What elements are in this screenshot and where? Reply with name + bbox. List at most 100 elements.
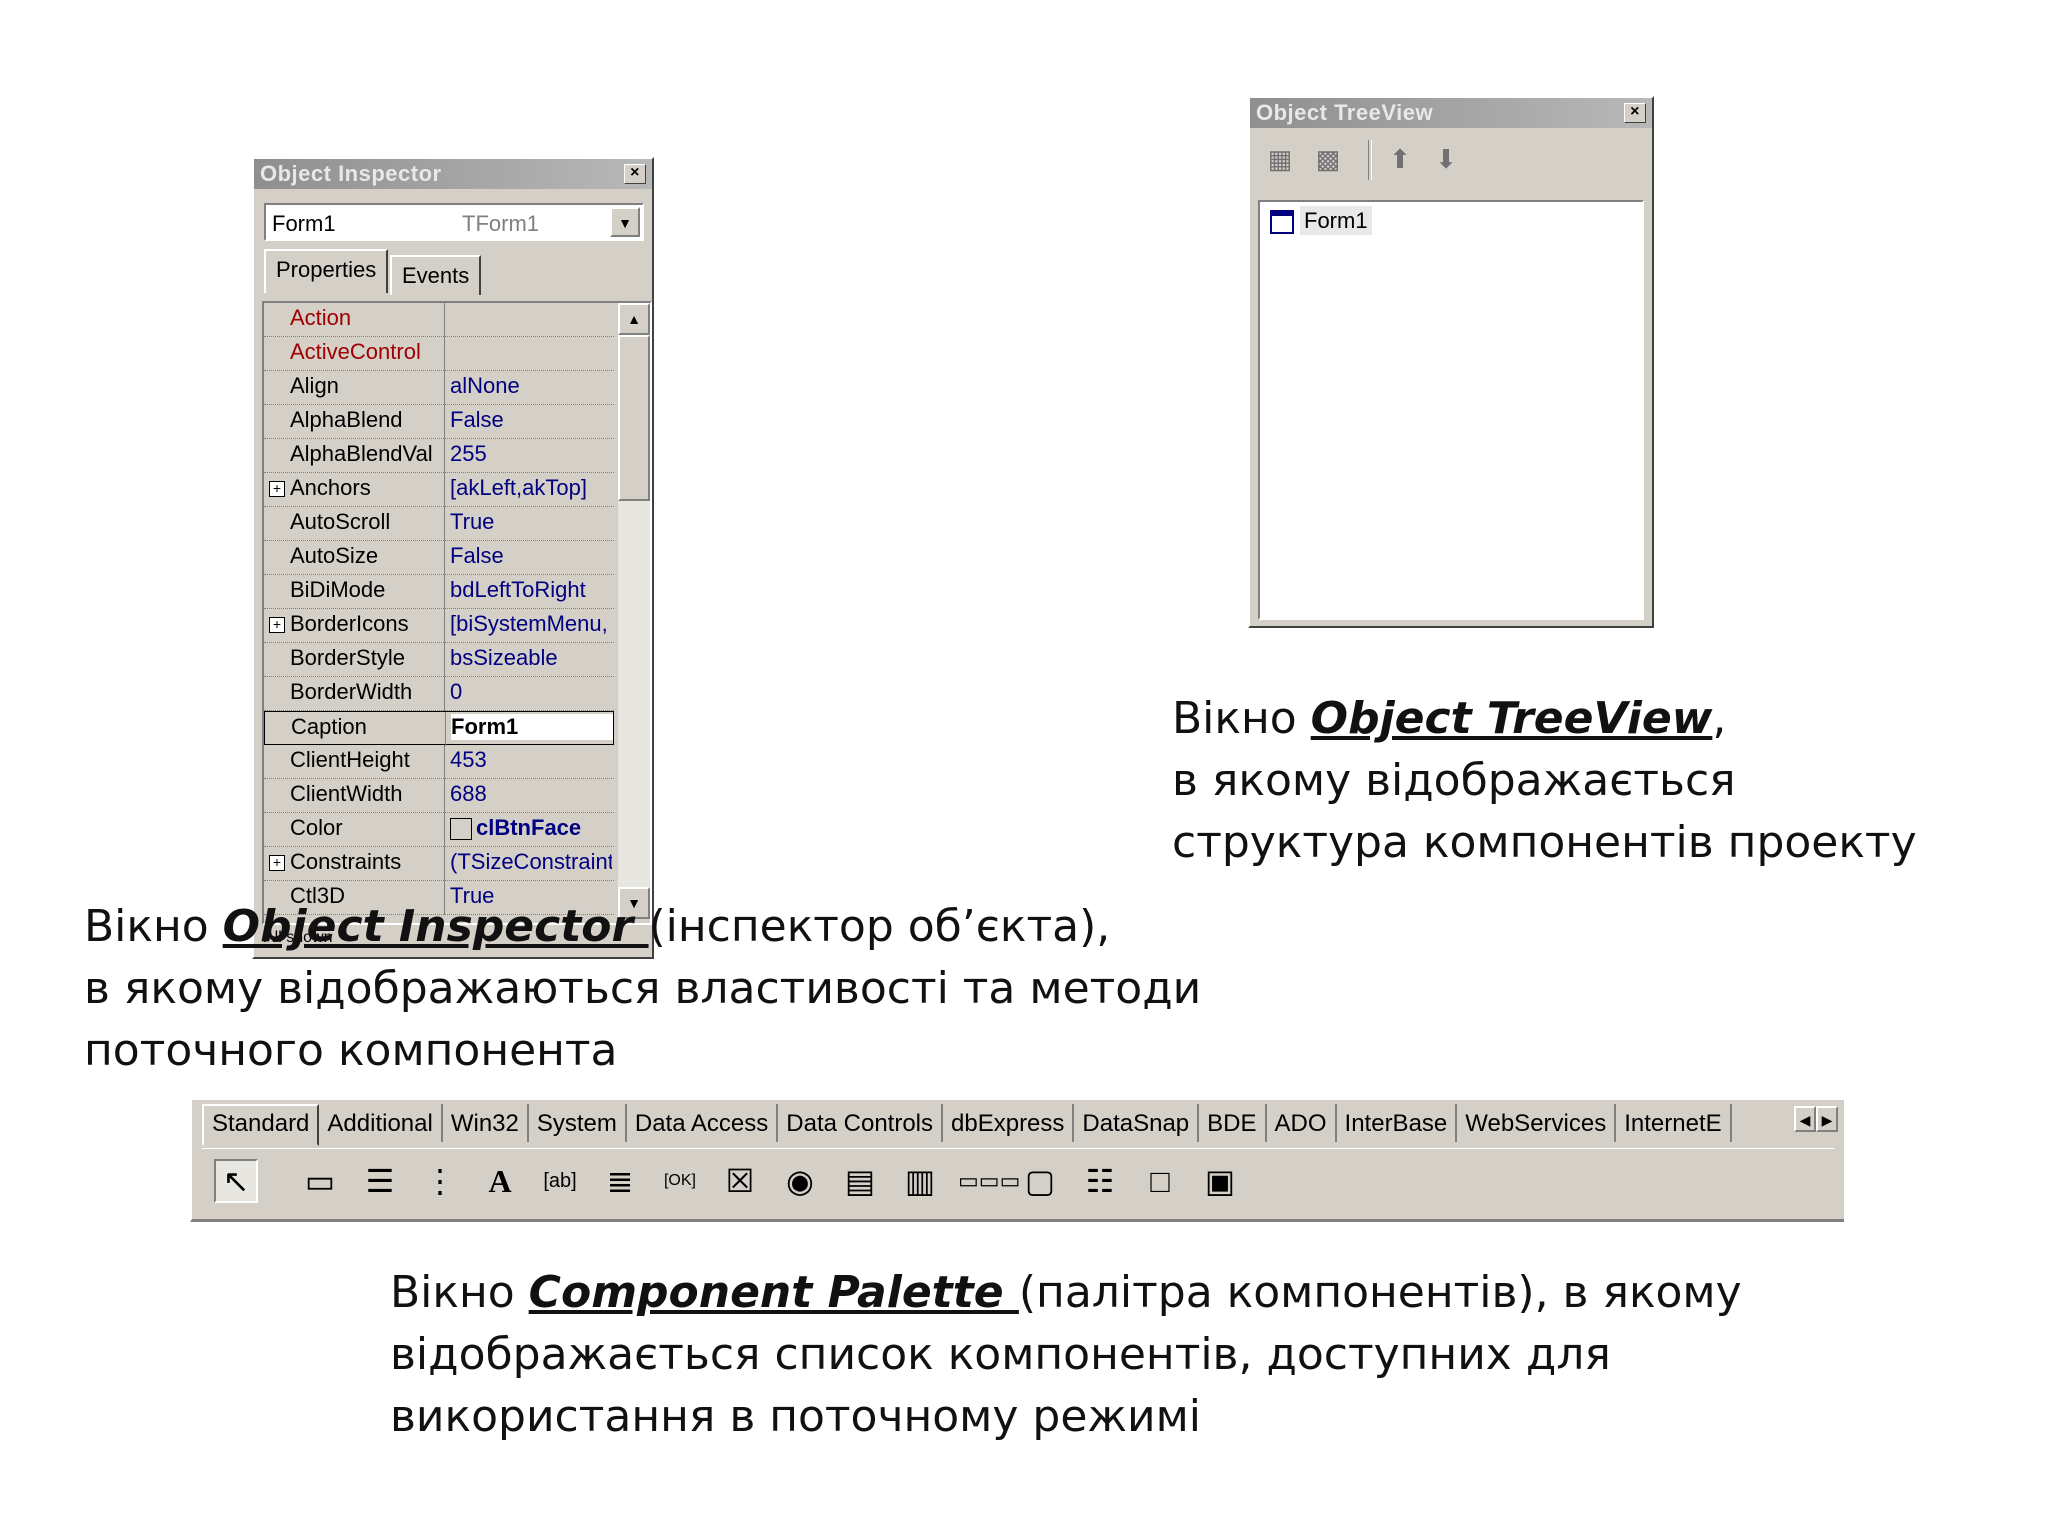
scroll-thumb[interactable] bbox=[618, 335, 650, 501]
arrow-up-icon[interactable]: ⬆ bbox=[1382, 144, 1418, 174]
listbox-icon[interactable]: ▤ bbox=[838, 1159, 882, 1203]
property-row[interactable]: Align alNone bbox=[264, 371, 614, 405]
popupmenu-icon[interactable]: ⋮ bbox=[418, 1159, 462, 1203]
property-row[interactable]: AlphaBlend False bbox=[264, 405, 614, 439]
tab-properties[interactable]: Properties bbox=[264, 249, 389, 293]
caption-prefix: Вікно bbox=[1172, 693, 1311, 744]
property-row[interactable]: + Anchors [akLeft,akTop] bbox=[264, 473, 614, 507]
object-treeview-titlebar[interactable]: Object TreeView × bbox=[1250, 98, 1652, 128]
property-grid-scrollbar[interactable]: ▲ ▼ bbox=[618, 303, 650, 919]
property-row[interactable]: AlphaBlendVal 255 bbox=[264, 439, 614, 473]
chevron-right-icon[interactable]: ▶ bbox=[1816, 1106, 1838, 1132]
palette-tab[interactable]: InterBase bbox=[1337, 1104, 1458, 1142]
property-value[interactable]: True bbox=[450, 509, 612, 535]
property-value[interactable]: clBtnFace bbox=[450, 815, 612, 841]
property-value[interactable]: 255 bbox=[450, 441, 612, 467]
caption-rest: (інспектор об’єкта), bbox=[648, 901, 1111, 952]
mainmenu-icon[interactable]: ☰ bbox=[358, 1159, 402, 1203]
property-value[interactable]: [akLeft,akTop] bbox=[450, 475, 612, 501]
property-value[interactable]: False bbox=[450, 407, 612, 433]
object-treeview-title: Object TreeView bbox=[1256, 100, 1434, 125]
property-row[interactable]: AutoScroll True bbox=[264, 507, 614, 541]
expand-icon[interactable]: + bbox=[269, 617, 285, 633]
column-divider bbox=[444, 337, 445, 371]
property-row[interactable]: ClientHeight 453 bbox=[264, 745, 614, 779]
treeview-caption: Вікно Object TreeView, в якому відобража… bbox=[1172, 688, 1917, 874]
palette-tab[interactable]: Standard bbox=[202, 1104, 320, 1146]
expand-icon[interactable]: + bbox=[269, 855, 285, 871]
label-icon[interactable]: A bbox=[478, 1159, 522, 1203]
palette-tab[interactable]: DataSnap bbox=[1074, 1104, 1200, 1142]
combobox-icon[interactable]: ▥ bbox=[898, 1159, 942, 1203]
object-selector-combo[interactable]: Form1 TForm1 ▼ bbox=[264, 203, 644, 241]
palette-tab[interactable]: BDE bbox=[1199, 1104, 1267, 1142]
palette-tab[interactable]: WebServices bbox=[1457, 1104, 1617, 1142]
checkbox-icon[interactable]: ☒ bbox=[718, 1159, 762, 1203]
palette-tab[interactable]: Additional bbox=[319, 1104, 443, 1142]
palette-tabs: Standard Additional Win32 System Data Access… bbox=[202, 1104, 1794, 1146]
scroll-up-icon[interactable]: ▲ bbox=[618, 303, 650, 335]
property-row[interactable]: + BorderIcons [biSystemMenu, bbox=[264, 609, 614, 643]
property-name: ClientWidth bbox=[290, 781, 403, 806]
property-value[interactable]: False bbox=[450, 543, 612, 569]
new-item-icon[interactable]: ▦ bbox=[1262, 144, 1298, 174]
object-treeview-window: Object TreeView × ▦ ▩ ⬆ ⬇ Form1 bbox=[1248, 96, 1654, 628]
property-value[interactable]: 453 bbox=[450, 747, 612, 773]
property-row[interactable]: BorderWidth 0 bbox=[264, 677, 614, 711]
object-inspector-titlebar[interactable]: Object Inspector × bbox=[254, 159, 652, 189]
property-row[interactable]: Action bbox=[264, 303, 614, 337]
property-value[interactable]: alNone bbox=[450, 373, 612, 399]
delete-item-icon[interactable]: ▩ bbox=[1310, 144, 1346, 174]
tab-events[interactable]: Events bbox=[390, 255, 482, 295]
palette-caption-line2: відображається список компонентів, досту… bbox=[390, 1329, 1611, 1380]
palette-tab[interactable]: Data Controls bbox=[778, 1104, 944, 1142]
column-divider bbox=[444, 609, 445, 643]
treeview-caption-line2: в якому відображається bbox=[1172, 755, 1736, 806]
expand-icon[interactable]: + bbox=[269, 481, 285, 497]
arrow-down-icon[interactable]: ⬇ bbox=[1428, 144, 1464, 174]
panel-icon[interactable]: □ bbox=[1138, 1159, 1182, 1203]
close-icon[interactable]: × bbox=[624, 164, 646, 184]
scrollbar-icon[interactable]: ▭▭▭ bbox=[958, 1159, 1020, 1203]
property-name: AutoScroll bbox=[290, 509, 391, 534]
chevron-left-icon[interactable]: ◀ bbox=[1794, 1106, 1816, 1132]
property-value[interactable]: Form1 bbox=[451, 714, 613, 740]
property-value[interactable]: (TSizeConstraint bbox=[450, 849, 612, 875]
property-value[interactable]: bsSizeable bbox=[450, 645, 612, 671]
property-value[interactable]: 0 bbox=[450, 679, 612, 705]
palette-tab[interactable]: ADO bbox=[1267, 1104, 1337, 1142]
property-row[interactable]: ActiveControl bbox=[264, 337, 614, 371]
radiobutton-icon[interactable]: ◉ bbox=[778, 1159, 822, 1203]
property-value[interactable]: 688 bbox=[450, 781, 612, 807]
memo-icon[interactable]: ≣ bbox=[598, 1159, 642, 1203]
palette-tab[interactable]: Data Access bbox=[627, 1104, 779, 1142]
property-row[interactable]: + Constraints (TSizeConstraint bbox=[264, 847, 614, 881]
property-row[interactable]: AutoSize False bbox=[264, 541, 614, 575]
property-value[interactable]: bdLeftToRight bbox=[450, 577, 612, 603]
frames-icon[interactable]: ▭ bbox=[298, 1159, 342, 1203]
close-icon[interactable]: × bbox=[1624, 103, 1646, 123]
radiogroup-icon[interactable]: ☷ bbox=[1078, 1159, 1122, 1203]
palette-tab[interactable]: System bbox=[529, 1104, 627, 1142]
property-row[interactable]: ClientWidth 688 bbox=[264, 779, 614, 813]
property-row[interactable]: BiDiMode bdLeftToRight bbox=[264, 575, 614, 609]
object-selector-type: TForm1 bbox=[462, 211, 539, 236]
button-icon[interactable]: [OK] bbox=[658, 1159, 702, 1203]
groupbox-icon[interactable]: ▢ bbox=[1018, 1159, 1062, 1203]
actionlist-icon[interactable]: ▣ bbox=[1198, 1159, 1242, 1203]
property-name: BorderIcons bbox=[290, 611, 409, 636]
property-value[interactable]: [biSystemMenu, bbox=[450, 611, 612, 637]
chevron-down-icon[interactable]: ▼ bbox=[610, 207, 640, 237]
pointer-icon[interactable]: ↖ bbox=[214, 1159, 258, 1203]
tree-node[interactable]: Form1 bbox=[1270, 206, 1372, 235]
column-divider bbox=[444, 473, 445, 507]
property-row[interactable]: Color clBtnFace bbox=[264, 813, 614, 847]
palette-caption: Вікно Component Palette (палітра компоне… bbox=[390, 1262, 1742, 1448]
palette-tab[interactable]: dbExpress bbox=[943, 1104, 1075, 1142]
property-row[interactable]: BorderStyle bsSizeable bbox=[264, 643, 614, 677]
edit-icon[interactable]: [ab] bbox=[538, 1159, 582, 1203]
palette-tab[interactable]: Win32 bbox=[443, 1104, 529, 1142]
palette-tab[interactable]: InternetE bbox=[1616, 1104, 1732, 1142]
column-divider bbox=[444, 847, 445, 881]
property-row[interactable]: Caption Form1 bbox=[264, 711, 614, 746]
